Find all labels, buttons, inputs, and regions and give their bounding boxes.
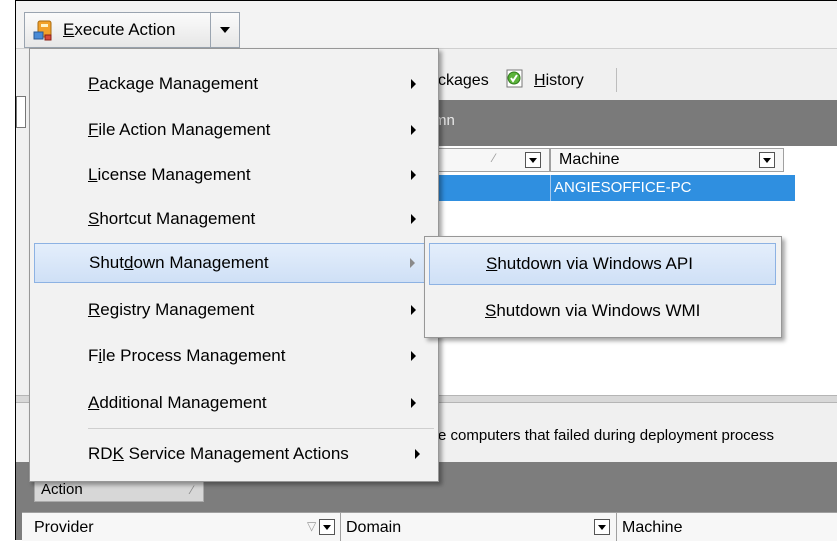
menu-item-file-process-management[interactable]: File Process Management <box>34 336 432 376</box>
filter-dropdown-icon[interactable] <box>759 152 775 168</box>
column-header-machine[interactable]: Machine <box>550 148 784 172</box>
action-header-label: Action <box>41 481 83 498</box>
row-cell-machine: ANGIESOFFICE-PC <box>554 179 692 196</box>
col-divider <box>340 513 341 541</box>
chevron-down-icon <box>220 27 230 33</box>
column-machine-label[interactable]: Machine <box>622 519 682 537</box>
menu-item-file-action-management[interactable]: File Action Management <box>34 110 432 150</box>
menu-item-shortcut-management[interactable]: Shortcut Management <box>34 199 432 239</box>
column-provider-label[interactable]: Provider <box>34 519 94 537</box>
execute-action-label: Execute Action <box>63 20 176 39</box>
menu-item-registry-management[interactable]: Registry Management <box>34 290 432 330</box>
execute-icon <box>33 19 55 41</box>
submenu-arrow-icon <box>411 125 416 135</box>
submenu-item-shutdown-windows-wmi[interactable]: Shutdown via Windows WMI <box>429 290 776 332</box>
sort-icon: ⁄ <box>493 151 496 165</box>
execute-action-button[interactable]: Execute Action <box>24 12 211 48</box>
submenu-arrow-icon <box>411 351 416 361</box>
menu-item-package-management[interactable]: Package Management <box>34 64 432 104</box>
filter-dropdown-icon[interactable] <box>525 152 541 168</box>
column-machine-label: Machine <box>559 151 620 168</box>
submenu-arrow-icon <box>411 398 416 408</box>
menu-item-rdk-service-management[interactable]: RDK Service Management Actions <box>34 434 432 474</box>
sort-icon: ⁄ <box>190 483 193 497</box>
tab-divider <box>616 68 617 92</box>
failed-computers-text: e computers that failed during deploymen… <box>438 427 775 444</box>
col-divider <box>616 513 617 541</box>
column-domain-label[interactable]: Domain <box>346 519 401 537</box>
submenu-arrow-icon <box>415 449 420 459</box>
lower-column-headers: Provider ▽ Domain Machine <box>22 512 837 541</box>
column-header-partial[interactable]: ⁄ <box>420 148 550 172</box>
submenu-arrow-icon <box>410 258 415 268</box>
submenu-arrow-icon <box>411 170 416 180</box>
history-icon <box>506 69 528 92</box>
group-by-area: mn <box>420 100 837 146</box>
filter-funnel-icon: ▽ <box>307 519 317 533</box>
submenu-item-shutdown-windows-api[interactable]: Shutdown via Windows API <box>429 243 776 285</box>
menu-item-shutdown-management[interactable]: Shutdown Management <box>34 243 432 283</box>
menu-item-additional-management[interactable]: Additional Management <box>34 383 432 423</box>
tab-packages[interactable]: ckages <box>438 72 489 90</box>
execute-action-dropdown[interactable] <box>210 12 240 48</box>
submenu-arrow-icon <box>411 79 416 89</box>
submenu-arrow-icon <box>411 305 416 315</box>
tabs-row: ckages History <box>420 62 837 96</box>
filter-dropdown-icon[interactable] <box>319 519 335 535</box>
table-row[interactable]: P ANGIESOFFICE-PC <box>420 175 795 201</box>
submenu-arrow-icon <box>411 214 416 224</box>
menu-separator <box>88 428 434 429</box>
menu-item-license-management[interactable]: License Management <box>34 155 432 195</box>
filter-dropdown-icon[interactable] <box>594 519 610 535</box>
tab-history[interactable]: History <box>534 72 584 90</box>
left-panel-edge <box>16 96 26 128</box>
cell-divider <box>550 175 551 201</box>
